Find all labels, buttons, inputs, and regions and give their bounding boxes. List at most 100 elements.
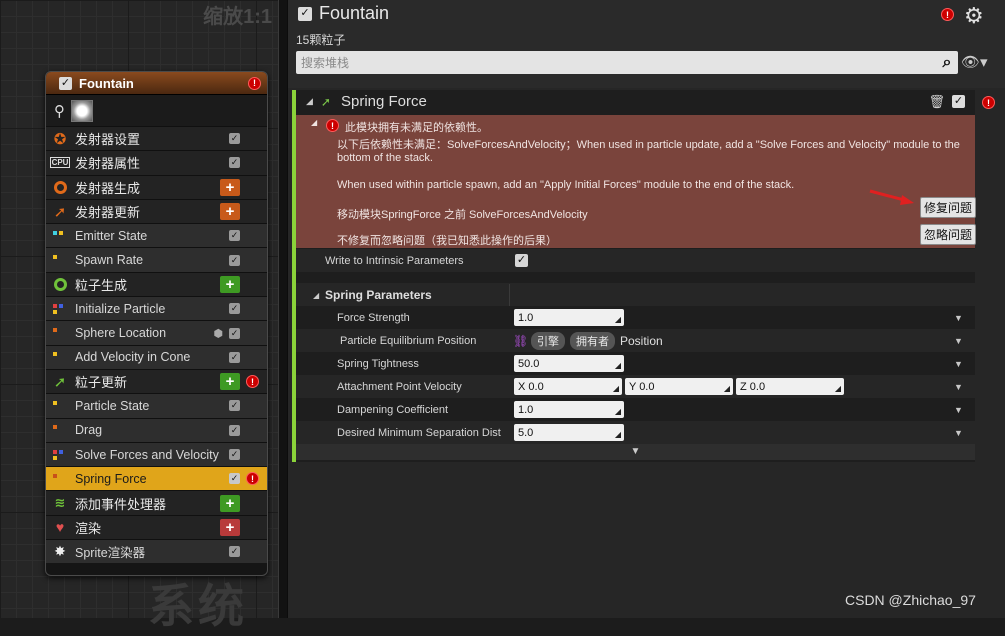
module-enable-checkbox[interactable]: ✓ [229, 327, 240, 339]
node-row-12[interactable]: Drag ✓ [46, 417, 267, 442]
linked-value[interactable]: 引擎 拥有者 Position [531, 331, 663, 350]
module-type-icon [51, 253, 69, 267]
node-row-6[interactable]: 粒子生成 + [46, 271, 267, 297]
error-icon[interactable]: ! [248, 76, 261, 90]
emitter-thumbnail[interactable] [71, 99, 93, 122]
error-icon[interactable]: ! [982, 96, 995, 109]
emitter-node-header[interactable]: ✓ Fountain ! [46, 72, 267, 95]
param-attachment-velocity: Attachment Point Velocity X 0.0 ◢ Y 0.0 ◢ … [296, 375, 975, 398]
node-row-1[interactable]: CPU 发射器属性 ✓ [46, 150, 267, 175]
search-icon[interactable]: ⌕ [936, 54, 958, 72]
module-enable-checkbox[interactable]: ✓ [229, 230, 240, 242]
emitter-node-title: Fountain [79, 75, 134, 91]
chevron-down-icon[interactable]: ▼ [954, 405, 963, 415]
min-separation-field[interactable]: 5.0 ◢ [514, 424, 624, 441]
node-row-13[interactable]: Solve Forces and Velocity ✓ [46, 441, 267, 467]
node-row-label: Sprite渲染器 [75, 546, 146, 561]
velocity-x-field[interactable]: X 0.0 ◢ [514, 378, 622, 395]
dampening-field[interactable]: 1.0 ◢ [514, 401, 624, 418]
module-header[interactable]: ◢ ➚ Spring Force 🗑 ✓ [296, 90, 975, 113]
spring-tightness-field[interactable]: 50.0 ◢ [514, 355, 624, 372]
add-module-button[interactable]: + [220, 275, 240, 293]
velocity-z-field[interactable]: Z 0.0 ◢ [736, 378, 844, 395]
add-module-button[interactable]: + [220, 203, 240, 221]
eye-icon[interactable]: 👁▾ [961, 53, 988, 71]
add-module-button[interactable]: + [220, 518, 240, 536]
expand-module-icon[interactable]: ▼ [296, 444, 975, 460]
param-dampening: Dampening Coefficient 1.0 ◢ ▼ [296, 398, 975, 421]
param-label: Force Strength [337, 311, 410, 324]
node-row-10[interactable]: ➚ 粒子更新 +! [46, 368, 267, 394]
module-enable-checkbox[interactable]: ✓ [229, 424, 240, 436]
module-enabled-checkbox[interactable]: ✓ [952, 95, 965, 108]
node-row-5[interactable]: Spawn Rate ✓ [46, 247, 267, 272]
collapse-arrow-icon[interactable]: ◢ [311, 118, 317, 127]
module-enable-checkbox[interactable]: ✓ [229, 303, 240, 315]
chevron-down-icon[interactable]: ▼ [954, 336, 963, 346]
node-row-0[interactable]: ✪ 发射器设置 ✓ [46, 126, 267, 151]
watermark: CSDN @Zhichao_97 [845, 592, 976, 608]
namespace-pill: 拥有者 [570, 331, 615, 350]
node-row-label: 发射器属性 [75, 156, 141, 172]
node-row-16[interactable]: ♥ 渲染 + [46, 514, 267, 540]
node-row-label: 粒子生成 [75, 277, 128, 293]
chevron-down-icon[interactable]: ▼ [954, 428, 963, 438]
module-enable-checkbox[interactable]: ✓ [229, 546, 240, 558]
module-enable-checkbox[interactable]: ✓ [229, 133, 240, 145]
module-enable-checkbox[interactable]: ✓ [229, 351, 240, 363]
delete-icon[interactable]: 🗑 [928, 94, 945, 110]
ring-orange-icon [51, 178, 69, 196]
error-icon[interactable]: ! [941, 8, 954, 21]
node-row-4[interactable]: Emitter State ✓ [46, 223, 267, 248]
node-row-2[interactable]: 发射器生成 + [46, 174, 267, 199]
node-row-3[interactable]: ➚ 发射器更新 + [46, 198, 267, 224]
add-module-button[interactable]: + [220, 178, 240, 196]
details-title-row: ✓ Fountain [298, 3, 389, 24]
node-row-label: Solve Forces and Velocity [75, 447, 219, 462]
error-icon[interactable]: ! [246, 472, 259, 486]
emitter-graph-canvas[interactable]: 缩放1:1 系统 ✓ Fountain ! ⚲ ✪ 发射器设置 ✓ CPU 发射器属性 ✓… [0, 0, 278, 632]
module-enable-checkbox[interactable]: ✓ [229, 449, 240, 460]
node-row-label: Emitter State [75, 228, 148, 243]
section-title: Spring Parameters [325, 288, 432, 302]
emitter-enabled-checkbox[interactable]: ✓ [298, 6, 312, 21]
module-enable-checkbox[interactable]: ✓ [229, 473, 240, 485]
collapse-arrow-icon[interactable]: ◢ [306, 96, 313, 107]
chevron-down-icon[interactable]: ▼ [954, 359, 963, 369]
chevron-down-icon[interactable]: ▼ [954, 313, 963, 323]
emitter-thumbnail-row: ⚲ [46, 95, 267, 126]
emitter-enable-checkbox[interactable]: ✓ [59, 76, 72, 90]
search-input[interactable] [296, 51, 936, 74]
node-row-8[interactable]: Sphere Location ⬢ ✓ [46, 320, 267, 345]
node-row-9[interactable]: Add Velocity in Cone ✓ [46, 344, 267, 369]
add-module-button[interactable]: + [220, 494, 240, 512]
gear-icon[interactable]: ⚙ [964, 3, 984, 29]
node-row-17[interactable]: ✸ Sprite渲染器 ✓ [46, 539, 267, 564]
param-label: Particle Equilibrium Position [340, 334, 477, 347]
collapse-arrow-icon[interactable]: ◢ [313, 291, 319, 300]
node-row-11[interactable]: Particle State ✓ [46, 393, 267, 418]
node-row-7[interactable]: Initialize Particle ✓ [46, 296, 267, 321]
module-enable-checkbox[interactable]: ✓ [229, 254, 240, 266]
fix-description: 移动模块SpringForce 之前 SolveForcesAndVelocit… [337, 209, 588, 221]
ignore-issue-button[interactable]: 忽略问题 [920, 224, 976, 245]
chevron-down-icon[interactable]: ▼ [954, 382, 963, 392]
details-header [288, 0, 1005, 88]
module-enable-checkbox[interactable]: ✓ [229, 400, 240, 412]
node-row-14[interactable]: Spring Force ✓! [46, 466, 267, 491]
fix-issue-button[interactable]: 修复问题 [920, 197, 976, 218]
emitter-node[interactable]: ✓ Fountain ! ⚲ ✪ 发射器设置 ✓ CPU 发射器属性 ✓ 发射器生成 + ➚ 发射… [45, 71, 268, 576]
selected-details-panel: ✓ Fountain ! ⚙ 15颗粒子 ⌕ 👁▾ ◢ ➚ Spring For… [288, 0, 1005, 618]
node-row-15[interactable]: ≋ 添加事件处理器 + [46, 490, 267, 515]
param-force-strength: Force Strength 1.0 ◢ ▼ [296, 306, 975, 329]
force-strength-field[interactable]: 1.0 ◢ [514, 309, 624, 326]
module-type-icon [51, 350, 69, 364]
panel-splitter[interactable] [278, 0, 288, 618]
warning-header: 此模块拥有未满足的依赖性。 [345, 122, 488, 134]
velocity-y-field[interactable]: Y 0.0 ◢ [625, 378, 733, 395]
error-icon[interactable]: ! [246, 375, 259, 389]
section-header-spring-parameters[interactable]: ◢ Spring Parameters [296, 283, 975, 307]
module-enable-checkbox[interactable]: ✓ [229, 157, 240, 169]
add-module-button[interactable]: + [220, 373, 240, 391]
write-intrinsic-checkbox[interactable]: ✓ [515, 254, 528, 267]
